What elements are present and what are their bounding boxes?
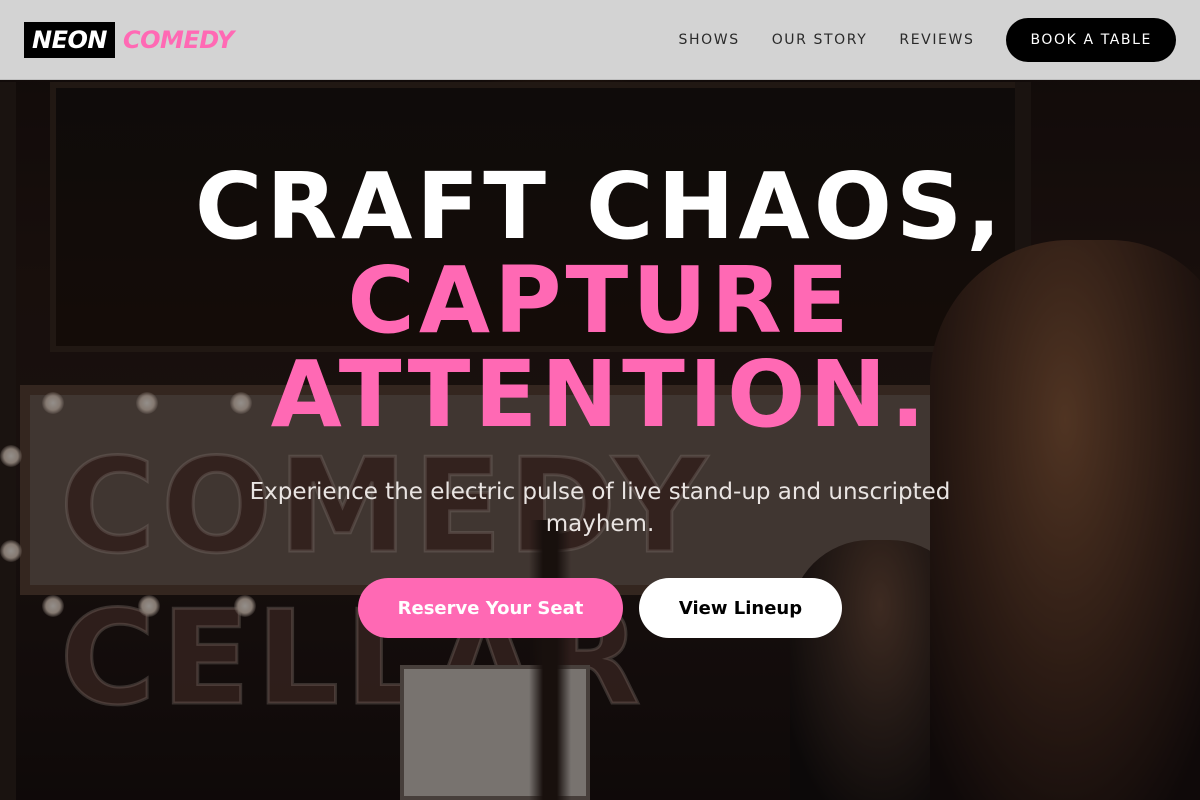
reserve-seat-button[interactable]: Reserve Your Seat [358,578,623,638]
book-a-table-button[interactable]: BOOK A TABLE [1006,17,1176,62]
top-navbar: NEON COMEDY SHOWS OUR STORY REVIEWS BOOK… [0,0,1200,80]
nav-link-reviews[interactable]: REVIEWS [899,32,974,48]
nav-link-shows[interactable]: SHOWS [679,32,740,48]
headline-line-2: CAPTURE [347,247,853,354]
headline-line-1: CRAFT CHAOS, [194,153,1006,260]
logo-comedy-text: COMEDY [122,25,234,54]
headline-line-3: ATTENTION. [270,341,930,448]
main-nav: SHOWS OUR STORY REVIEWS BOOK A TABLE [647,17,1176,62]
hero-subtitle: Experience the electric pulse of live st… [249,479,951,537]
nav-link-our-story[interactable]: OUR STORY [772,32,868,48]
logo-neon-text: NEON [24,21,115,58]
hero-buttons: Reserve Your Seat View Lineup [0,578,1200,638]
hero-section: CRAFT CHAOS, CAPTURE ATTENTION. Experien… [0,160,1200,638]
brand-logo[interactable]: NEON COMEDY [24,21,234,58]
view-lineup-button[interactable]: View Lineup [639,578,842,638]
hero-headline: CRAFT CHAOS, CAPTURE ATTENTION. [0,160,1200,442]
